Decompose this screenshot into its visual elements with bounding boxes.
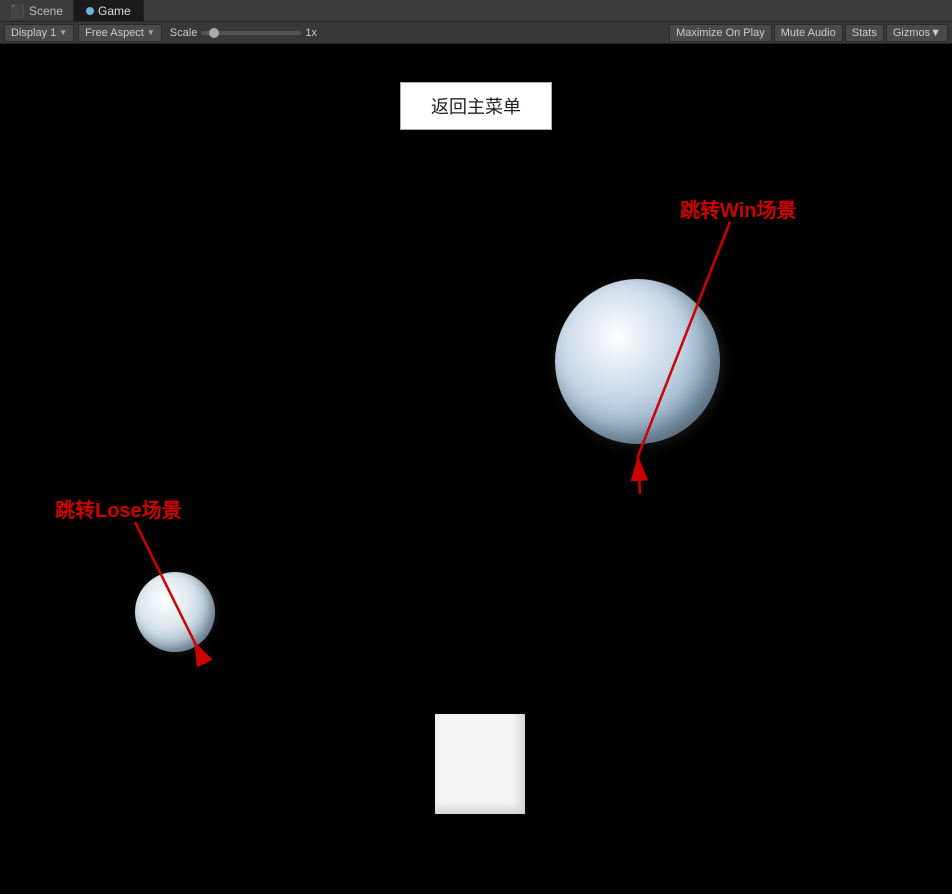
toolbar-right: Maximize On Play Mute Audio Stats Gizmos… xyxy=(669,24,948,42)
mute-audio-button[interactable]: Mute Audio xyxy=(774,24,843,42)
tab-bar: ⬛ Scene Game xyxy=(0,0,952,22)
chevron-down-icon: ▼ xyxy=(59,28,67,37)
game-viewport: 返回主菜单 跳转Win场景 跳转Lose场景 xyxy=(0,44,952,894)
tab-scene[interactable]: ⬛ Scene xyxy=(0,0,73,21)
aspect-selector[interactable]: Free Aspect ▼ xyxy=(78,24,162,42)
win-scene-label: 跳转Win场景 xyxy=(680,194,796,223)
scale-thumb[interactable] xyxy=(209,28,219,38)
maximize-on-play-label: Maximize On Play xyxy=(676,27,765,39)
lose-scene-label: 跳转Lose场景 xyxy=(55,494,182,523)
game-dot-icon xyxy=(86,7,94,15)
stats-label: Stats xyxy=(852,27,877,39)
display-label: Display 1 xyxy=(11,27,56,39)
scene-icon: ⬛ xyxy=(10,4,25,18)
display-selector[interactable]: Display 1 ▼ xyxy=(4,24,74,42)
return-btn-label: 返回主菜单 xyxy=(431,97,521,117)
stats-button[interactable]: Stats xyxy=(845,24,884,42)
small-sphere xyxy=(135,572,215,652)
scale-slider[interactable] xyxy=(201,31,301,35)
toolbar: Display 1 ▼ Free Aspect ▼ Scale 1x Maxim… xyxy=(0,22,952,44)
chevron-down-icon-2: ▼ xyxy=(147,28,155,37)
return-to-main-menu-button[interactable]: 返回主菜单 xyxy=(400,82,552,130)
tab-game[interactable]: Game xyxy=(73,0,144,21)
tab-game-label: Game xyxy=(98,4,131,18)
gizmos-button[interactable]: Gizmos ▼ xyxy=(886,24,948,42)
cube xyxy=(435,714,525,814)
scale-control: Scale 1x xyxy=(170,27,317,39)
chevron-down-icon-3: ▼ xyxy=(930,27,941,39)
mute-audio-label: Mute Audio xyxy=(781,27,836,39)
aspect-label: Free Aspect xyxy=(85,27,144,39)
scale-value: 1x xyxy=(305,27,317,39)
scale-label: Scale xyxy=(170,27,198,39)
tab-scene-label: Scene xyxy=(29,4,63,18)
gizmos-label: Gizmos xyxy=(893,27,930,39)
maximize-on-play-button[interactable]: Maximize On Play xyxy=(669,24,772,42)
large-sphere xyxy=(555,279,720,444)
